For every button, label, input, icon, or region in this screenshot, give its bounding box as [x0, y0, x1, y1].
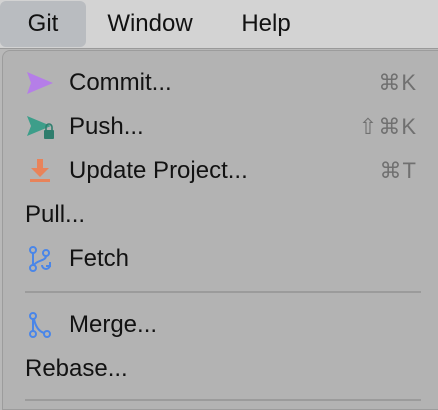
menu-item-shortcut: ⌘K: [378, 70, 417, 95]
menu-separator: [25, 291, 421, 293]
menu-item-push[interactable]: Push... ⇧⌘K: [3, 105, 438, 149]
menu-separator: [25, 399, 421, 401]
menu-item-update-project[interactable]: Update Project... ⌘T: [3, 149, 438, 193]
menu-item-label: Update Project...: [69, 157, 248, 184]
menu-item-label: Commit...: [69, 69, 172, 96]
fetch-branch-icon: [25, 245, 55, 273]
menu-item-label: Push...: [69, 113, 144, 140]
menu-item-fetch[interactable]: Fetch: [3, 237, 438, 281]
menu-item-label: Merge...: [69, 311, 158, 338]
menu-item-merge[interactable]: Merge...: [3, 303, 438, 347]
menu-item-rebase[interactable]: Rebase...: [3, 347, 438, 391]
menu-item-pull[interactable]: Pull...: [3, 193, 438, 237]
git-dropdown-menu: Commit... ⌘K Push... ⇧⌘K Update Project.…: [2, 50, 438, 410]
commit-arrow-icon: [25, 69, 55, 97]
menubar-git[interactable]: Git: [0, 1, 86, 47]
push-arrow-icon: [25, 113, 55, 141]
update-download-icon: [25, 157, 55, 185]
merge-branch-icon: [25, 311, 55, 339]
menu-item-shortcut: ⌘T: [379, 158, 417, 183]
menubar-window[interactable]: Window: [100, 0, 200, 48]
menu-item-label: Rebase...: [25, 355, 128, 382]
menu-bar: Git Window Help: [0, 0, 438, 49]
menu-item-commit[interactable]: Commit... ⌘K: [3, 61, 438, 105]
menu-item-label: Pull...: [25, 201, 86, 228]
menubar-help[interactable]: Help: [236, 0, 296, 48]
menu-item-shortcut: ⇧⌘K: [358, 114, 417, 139]
menu-item-label: Fetch: [69, 245, 130, 272]
